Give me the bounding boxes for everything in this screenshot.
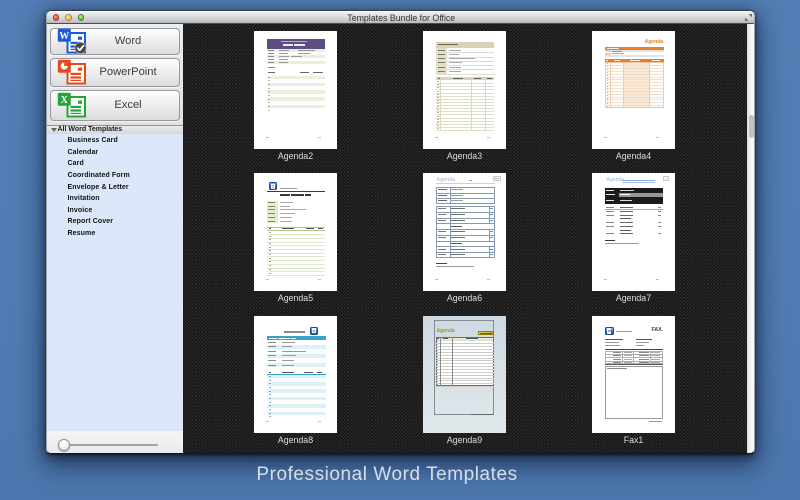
svg-text:W: W bbox=[59, 31, 69, 42]
svg-text:X: X bbox=[61, 95, 69, 106]
